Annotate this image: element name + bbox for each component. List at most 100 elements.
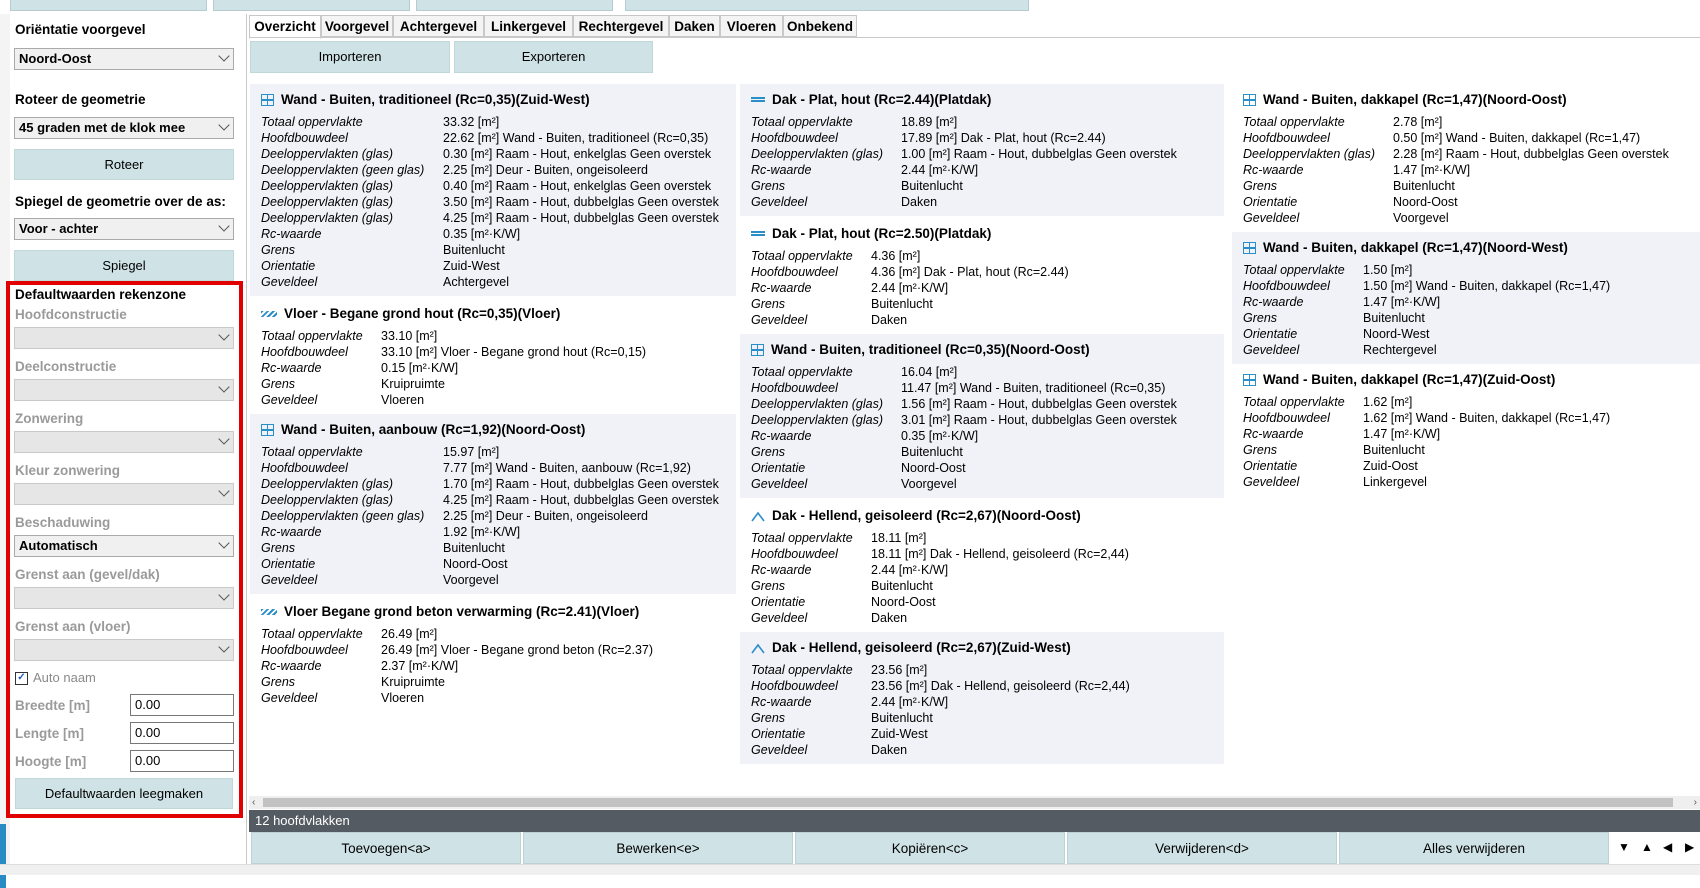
breedte-input[interactable]: 0.00 — [130, 694, 234, 716]
property-value: 33.10 [m²] — [381, 329, 438, 343]
tab-onbekend[interactable]: Onbekend — [783, 15, 857, 37]
property-row: Geveldeel Vloeren — [261, 392, 646, 408]
property-key: Rc-waarde — [261, 659, 322, 673]
import-button[interactable]: Importeren — [250, 41, 450, 73]
property-row: Totaal oppervlakte 1.50 [m²] — [1243, 262, 1610, 278]
surface-card[interactable]: Dak - Hellend, geisoleerd (Rc=2,67)(Zuid… — [740, 632, 1224, 764]
hoogte-input[interactable]: 0.00 — [130, 750, 234, 772]
top-toolbar-button[interactable] — [416, 0, 613, 11]
property-key: Grens — [751, 579, 786, 593]
copy-button[interactable]: Kopiëren<c> — [795, 832, 1065, 864]
surface-card[interactable]: Wand - Buiten, dakkapel (Rc=1,47)(Noord-… — [1232, 84, 1700, 232]
rotate-select[interactable]: 45 graden met de klok mee — [14, 117, 234, 139]
nav-up-icon[interactable]: ▲ — [1641, 840, 1653, 854]
tab-daken[interactable]: Daken — [669, 15, 720, 37]
edit-button[interactable]: Bewerken<e> — [523, 832, 793, 864]
top-toolbar-button[interactable] — [213, 0, 410, 11]
zonwering-label: Zonwering — [15, 411, 84, 426]
beschaduwing-select[interactable]: Automatisch — [14, 535, 234, 557]
card-title: Wand - Buiten, dakkapel (Rc=1,47)(Noord-… — [1243, 240, 1568, 255]
scrollbar-thumb[interactable] — [263, 798, 1673, 807]
surface-card[interactable]: Dak - Hellend, geisoleerd (Rc=2,67)(Noor… — [740, 500, 1224, 632]
delete-button[interactable]: Verwijderen<d> — [1067, 832, 1337, 864]
tab-linkergevel[interactable]: Linkergevel — [484, 15, 573, 37]
property-row: Deeloppervlakten (glas) 1.00 [m²] Raam - … — [751, 146, 1177, 162]
nav-right-icon[interactable]: ▶ — [1685, 840, 1694, 854]
property-key: Hoofdbouwdeel — [751, 547, 838, 561]
property-value: 4.36 [m²] — [871, 249, 921, 263]
property-key: Grens — [751, 297, 786, 311]
tab-vloeren[interactable]: Vloeren — [720, 15, 783, 37]
delete-all-button[interactable]: Alles verwijderen — [1339, 832, 1609, 864]
card-title: Vloer - Begane grond hout (Rc=0,35)(Vloe… — [261, 306, 560, 321]
deelconstructie-select[interactable] — [14, 379, 234, 401]
card-title: Wand - Buiten, aanbouw (Rc=1,92)(Noord-O… — [261, 422, 585, 437]
surface-card[interactable]: Wand - Buiten, traditioneel (Rc=0,35)(Zu… — [250, 84, 736, 296]
add-button[interactable]: Toevoegen<a> — [251, 832, 521, 864]
property-key: Orientatie — [261, 557, 316, 571]
nav-left-icon[interactable]: ◀ — [1663, 840, 1672, 854]
surface-card[interactable]: Wand - Buiten, aanbouw (Rc=1,92)(Noord-O… — [250, 414, 736, 594]
property-row: Totaal oppervlakte 15.97 [m²] — [261, 444, 719, 460]
horizontal-scrollbar[interactable]: ‹ › — [249, 796, 1700, 809]
hoogte-label: Hoogte [m] — [15, 754, 87, 769]
orientation-select[interactable]: Noord-Oost — [14, 48, 234, 70]
property-key: Totaal oppervlakte — [751, 115, 853, 129]
property-key: Deeloppervlakten (glas) — [261, 211, 394, 225]
mirror-label: Spiegel de geometrie over de as: — [15, 194, 226, 209]
property-row: Totaal oppervlakte 4.36 [m²] — [751, 248, 1069, 264]
grenst-vloer-select[interactable] — [14, 639, 234, 661]
auto-naam-checkbox[interactable]: ✓ — [15, 672, 28, 685]
lengte-input[interactable]: 0.00 — [130, 722, 234, 744]
property-value: Daken — [871, 743, 908, 757]
property-value: 17.89 [m²] Dak - Plat, hout (Rc=2.44) — [901, 131, 1106, 145]
hoofdconstructie-select[interactable] — [14, 327, 234, 349]
surface-card[interactable]: Dak - Plat, hout (Rc=2.44)(Platdak) Totaa… — [740, 84, 1224, 216]
property-key: Totaal oppervlakte — [261, 115, 363, 129]
property-key: Rc-waarde — [751, 429, 812, 443]
surface-card[interactable]: Wand - Buiten, dakkapel (Rc=1,47)(Zuid-O… — [1232, 364, 1700, 489]
surface-card[interactable]: Wand - Buiten, dakkapel (Rc=1,47)(Noord-… — [1232, 232, 1700, 364]
grenst-gevel-select[interactable] — [14, 587, 234, 609]
zonwering-select[interactable] — [14, 431, 234, 453]
top-toolbar-button[interactable] — [10, 0, 207, 11]
tab-overzicht[interactable]: Overzicht — [249, 15, 321, 39]
top-toolbar-button[interactable] — [625, 0, 1029, 11]
property-row: Hoofdbouwdeel 4.36 [m²] Dak - Plat, hout … — [751, 264, 1069, 280]
property-value: Vloeren — [381, 393, 425, 407]
chevron-down-icon — [218, 589, 230, 601]
card-title: Wand - Buiten, traditioneel (Rc=0,35)(No… — [751, 342, 1090, 357]
scroll-left-icon[interactable]: ‹ — [252, 797, 255, 808]
tab-voorgevel[interactable]: Voorgevel — [321, 15, 393, 37]
surface-card[interactable]: Wand - Buiten, traditioneel (Rc=0,35)(No… — [740, 334, 1224, 498]
surface-card[interactable]: Vloer - Begane grond hout (Rc=0,35)(Vloe… — [250, 298, 736, 413]
surface-card[interactable]: Vloer Begane grond beton verwarming (Rc=… — [250, 596, 736, 712]
property-value: Achtergevel — [443, 275, 510, 289]
property-key: Deeloppervlakten (geen glas) — [261, 163, 425, 177]
property-row: Totaal oppervlakte 33.10 [m²] — [261, 328, 646, 344]
property-key: Grens — [261, 675, 296, 689]
mirror-select[interactable]: Voor - achter — [14, 218, 234, 240]
property-value: Vloeren — [381, 691, 425, 705]
property-key: Deeloppervlakten (glas) — [261, 477, 394, 491]
defaults-title: Defaultwaarden rekenzone — [15, 287, 187, 302]
property-row: Deeloppervlakten (geen glas) 2.25 [m²] De… — [261, 162, 719, 178]
kleur-zonwering-select[interactable] — [14, 483, 234, 505]
clear-defaults-button[interactable]: Defaultwaarden leegmaken — [15, 778, 233, 809]
card-title-text: Wand - Buiten, aanbouw (Rc=1,92)(Noord-O… — [281, 422, 586, 437]
rotate-button[interactable]: Roteer — [14, 149, 234, 180]
property-row: Grens Buitenlucht — [1243, 178, 1669, 194]
scroll-right-icon[interactable]: › — [1694, 797, 1697, 808]
property-row: Grens Buitenlucht — [751, 444, 1177, 460]
tab-achtergevel[interactable]: Achtergevel — [393, 15, 484, 37]
property-row: Grens Buitenlucht — [751, 578, 1129, 594]
nav-down-icon[interactable]: ▼ — [1618, 840, 1630, 854]
tab-rechtergevel[interactable]: Rechtergevel — [573, 15, 669, 37]
property-value: Buitenlucht — [1393, 179, 1455, 193]
left-edge-bar — [0, 14, 10, 888]
property-value: 1.62 [m²] Wand - Buiten, dakkapel (Rc=1,… — [1363, 411, 1611, 425]
surface-card[interactable]: Dak - Plat, hout (Rc=2.50)(Platdak) Totaa… — [740, 218, 1224, 334]
mirror-button[interactable]: Spiegel — [14, 250, 234, 281]
property-key: Grens — [261, 541, 296, 555]
export-button[interactable]: Exporteren — [454, 41, 653, 73]
